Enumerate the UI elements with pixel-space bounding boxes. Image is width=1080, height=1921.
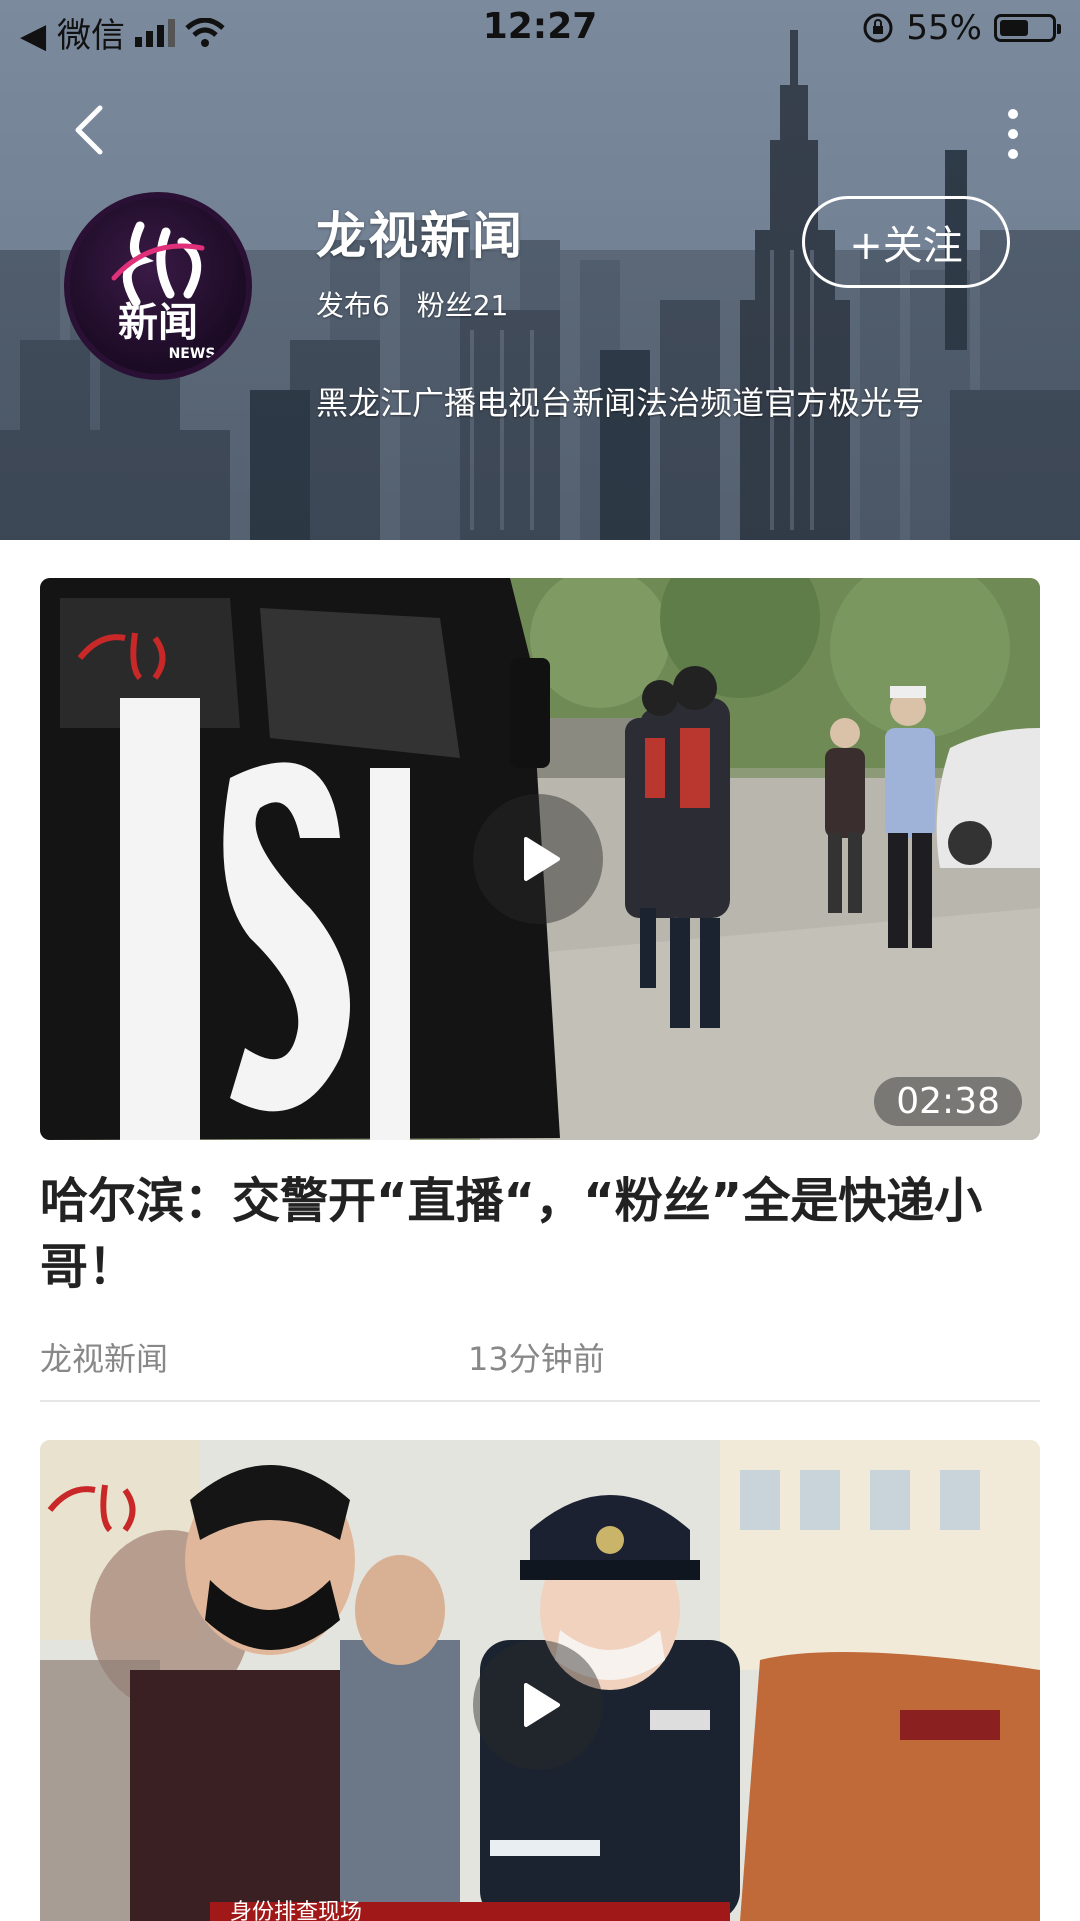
- status-right: 55%: [862, 8, 1061, 48]
- channel-stats: 发布6 粉丝21: [316, 284, 526, 324]
- play-button[interactable]: [473, 1640, 603, 1770]
- video-thumbnail[interactable]: 身份排查现场: [40, 1440, 1040, 1921]
- channel-name: 龙视新闻: [316, 207, 524, 265]
- posts-count: 发布6: [316, 289, 390, 322]
- channel-avatar[interactable]: 新闻 NEWS: [64, 192, 252, 380]
- channel-header: ◀ 微信 12:27 55% 新闻 NEWS 龙视新闻 发布6 粉丝21 黑龙江…: [0, 0, 1080, 540]
- rotation-lock-icon: [863, 13, 893, 43]
- svg-text:新闻: 新闻: [118, 300, 198, 346]
- channel-logo-graphic: 新闻 NEWS: [111, 221, 216, 362]
- battery-icon: [994, 14, 1061, 42]
- article-title[interactable]: 哈尔滨：交警开“直播“，“粉丝”全是快递小哥！: [40, 1168, 1040, 1300]
- back-chevron-icon[interactable]: [62, 100, 122, 160]
- svg-text:NEWS: NEWS: [169, 346, 216, 362]
- article-time: 13分钟前: [468, 1340, 605, 1378]
- fans-count: 粉丝21: [416, 289, 509, 322]
- channel-description: 黑龙江广播电视台新闻法治频道官方极光号: [316, 384, 925, 422]
- article-source: 龙视新闻: [40, 1340, 169, 1378]
- battery-percent: 55%: [906, 8, 982, 48]
- divider: [40, 1400, 1040, 1402]
- play-icon: [524, 837, 560, 881]
- battery-level: [1000, 20, 1028, 36]
- svg-text:身份排查现场: 身份排查现场: [230, 1900, 362, 1921]
- article-meta: 龙视新闻 13分钟前: [40, 1334, 1040, 1380]
- status-bar: ◀ 微信 12:27 55%: [0, 0, 1080, 60]
- play-button[interactable]: [473, 794, 603, 924]
- video-thumbnail[interactable]: 02:38: [40, 578, 1040, 1140]
- play-icon: [524, 1683, 560, 1727]
- video-duration: 02:38: [874, 1077, 1022, 1126]
- follow-button[interactable]: +关注: [802, 196, 1010, 288]
- more-options-icon[interactable]: [998, 104, 1028, 164]
